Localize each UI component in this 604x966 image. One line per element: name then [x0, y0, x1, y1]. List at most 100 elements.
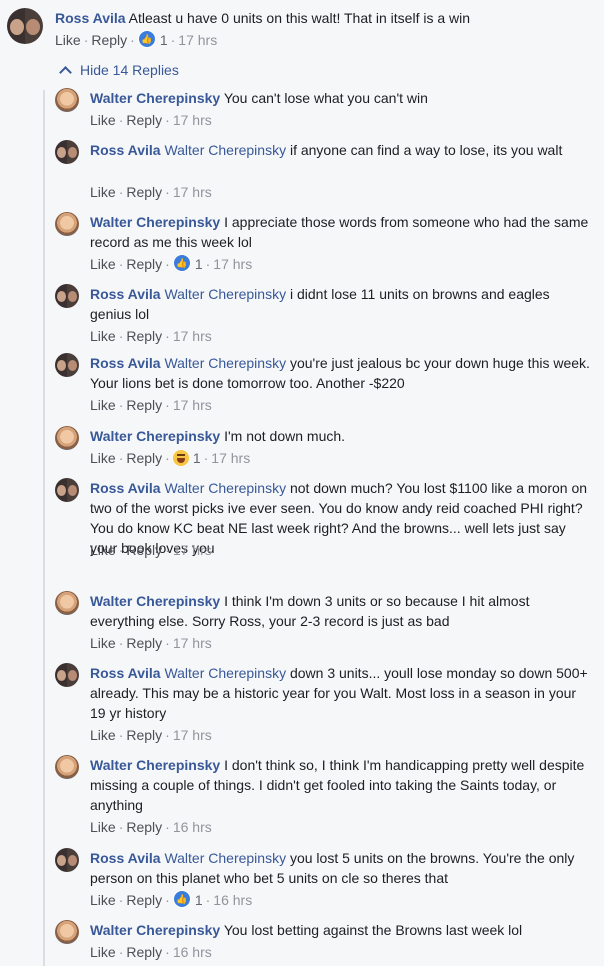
comment-author[interactable]: Walter Cherepinsky	[90, 593, 220, 609]
avatar[interactable]	[55, 663, 79, 687]
comment-body: Atleast u have 0 units on this walt! Tha…	[128, 10, 471, 26]
comment-text: Ross Avila Walter Cherepinsky down 3 uni…	[90, 663, 590, 723]
hide-replies-button[interactable]: Hide 14 Replies	[58, 60, 179, 80]
like-link[interactable]: Like	[90, 727, 116, 743]
reply-link[interactable]: Reply	[126, 635, 162, 651]
comment-author[interactable]: Walter Cherepinsky	[90, 214, 220, 230]
reaction-count[interactable]: 1	[195, 256, 203, 272]
comment-actions: Like · Reply · 16 hrs	[90, 817, 212, 837]
like-link[interactable]: Like	[90, 819, 116, 835]
comment-text: Walter Cherepinsky You can't lose what y…	[90, 88, 590, 108]
like-reaction-icon[interactable]	[137, 30, 156, 48]
comment-actions: Like · Reply · 17 hrs	[90, 326, 212, 346]
haha-reaction-icon[interactable]	[172, 450, 189, 466]
mention-link[interactable]: Walter Cherepinsky	[164, 665, 286, 681]
reply-link[interactable]: Reply	[126, 819, 162, 835]
like-link[interactable]: Like	[90, 542, 116, 558]
like-reaction-icon[interactable]	[172, 890, 191, 908]
reaction-count[interactable]: 1	[160, 32, 168, 48]
mention-link[interactable]: Walter Cherepinsky	[164, 480, 286, 496]
reply-link[interactable]: Reply	[126, 450, 162, 466]
reply-link[interactable]: Reply	[126, 112, 162, 128]
avatar[interactable]	[55, 140, 79, 164]
comment-author[interactable]: Walter Cherepinsky	[90, 922, 220, 938]
timestamp[interactable]: 17 hrs	[173, 397, 212, 413]
reply-link[interactable]: Reply	[91, 32, 127, 48]
avatar[interactable]	[55, 478, 79, 502]
reply-link[interactable]: Reply	[126, 542, 162, 558]
reply-link[interactable]: Reply	[126, 397, 162, 413]
avatar[interactable]	[7, 8, 43, 44]
avatar[interactable]	[55, 353, 79, 377]
comment-actions: Like·Reply·1·17 hrs	[90, 448, 250, 468]
hide-replies-label: Hide 14 Replies	[80, 62, 179, 78]
avatar[interactable]	[55, 848, 79, 872]
timestamp[interactable]: 16 hrs	[213, 892, 252, 908]
like-link[interactable]: Like	[90, 892, 116, 908]
separator: ·	[165, 397, 170, 413]
separator: ·	[165, 112, 170, 128]
separator: ·	[165, 635, 170, 651]
comment-body: You lost betting against the Browns last…	[223, 922, 523, 938]
reply-link[interactable]: Reply	[126, 328, 162, 344]
timestamp[interactable]: 17 hrs	[173, 184, 212, 200]
mention-link[interactable]: Walter Cherepinsky	[164, 355, 286, 371]
avatar[interactable]	[55, 284, 79, 308]
separator: ·	[165, 450, 170, 466]
like-link[interactable]: Like	[90, 944, 116, 960]
comment-author[interactable]: Walter Cherepinsky	[90, 757, 220, 773]
like-link[interactable]: Like	[90, 397, 116, 413]
like-link[interactable]: Like	[90, 635, 116, 651]
timestamp[interactable]: 17 hrs	[173, 542, 212, 558]
comment-body: I'm not down much.	[224, 428, 346, 444]
comment-author[interactable]: Ross Avila	[90, 142, 161, 158]
comment-author[interactable]: Ross Avila	[55, 10, 126, 26]
timestamp[interactable]: 17 hrs	[173, 727, 212, 743]
reply-link[interactable]: Reply	[126, 727, 162, 743]
reaction-count[interactable]: 1	[195, 892, 203, 908]
timestamp[interactable]: 16 hrs	[173, 944, 212, 960]
avatar[interactable]	[55, 88, 79, 112]
separator: ·	[165, 819, 170, 835]
separator: ·	[165, 328, 170, 344]
comment-author[interactable]: Ross Avila	[90, 480, 161, 496]
avatar[interactable]	[55, 920, 79, 944]
avatar[interactable]	[55, 591, 79, 615]
avatar[interactable]	[55, 212, 79, 236]
chevron-up-icon	[59, 66, 72, 79]
reaction-count[interactable]: 1	[193, 450, 201, 466]
timestamp[interactable]: 16 hrs	[173, 819, 212, 835]
comment-author[interactable]: Walter Cherepinsky	[90, 428, 220, 444]
like-link[interactable]: Like	[55, 32, 81, 48]
separator: ·	[165, 892, 170, 908]
reply-link[interactable]: Reply	[126, 256, 162, 272]
separator: ·	[118, 256, 124, 272]
like-link[interactable]: Like	[90, 450, 116, 466]
mention-link[interactable]: Walter Cherepinsky	[164, 286, 286, 302]
mention-link[interactable]: Walter Cherepinsky	[164, 142, 286, 158]
like-link[interactable]: Like	[90, 112, 116, 128]
separator: ·	[165, 184, 170, 200]
timestamp[interactable]: 17 hrs	[173, 328, 212, 344]
avatar[interactable]	[55, 755, 79, 779]
timestamp[interactable]: 17 hrs	[213, 256, 252, 272]
reply-link[interactable]: Reply	[126, 184, 162, 200]
comment-author[interactable]: Ross Avila	[90, 286, 161, 302]
like-link[interactable]: Like	[90, 184, 116, 200]
timestamp[interactable]: 17 hrs	[211, 450, 250, 466]
comment-author[interactable]: Ross Avila	[90, 665, 161, 681]
timestamp[interactable]: 17 hrs	[173, 635, 212, 651]
mention-link[interactable]: Walter Cherepinsky	[164, 850, 286, 866]
comment-author[interactable]: Walter Cherepinsky	[90, 90, 220, 106]
timestamp[interactable]: 17 hrs	[173, 112, 212, 128]
reply-link[interactable]: Reply	[126, 892, 162, 908]
comment-author[interactable]: Ross Avila	[90, 850, 161, 866]
comment-author[interactable]: Ross Avila	[90, 355, 161, 371]
like-link[interactable]: Like	[90, 328, 116, 344]
like-link[interactable]: Like	[90, 256, 116, 272]
reply-link[interactable]: Reply	[126, 944, 162, 960]
like-reaction-icon[interactable]	[172, 254, 191, 272]
separator: ·	[118, 944, 124, 960]
timestamp[interactable]: 17 hrs	[178, 32, 217, 48]
avatar[interactable]	[55, 426, 79, 450]
